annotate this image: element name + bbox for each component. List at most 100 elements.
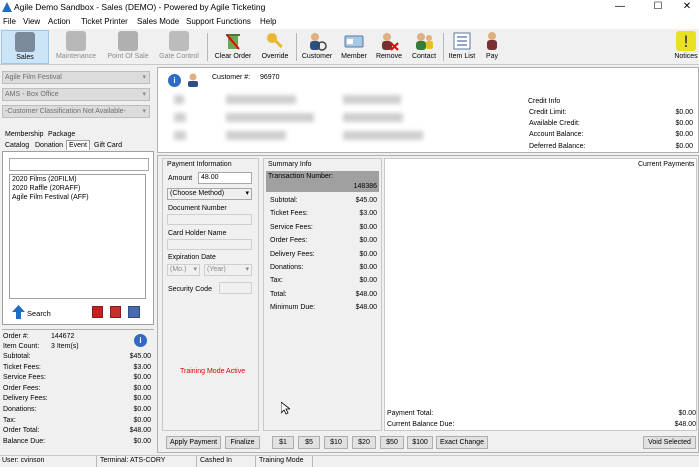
- tab-donation[interactable]: Donation: [33, 141, 65, 151]
- tab-catalog[interactable]: Catalog: [3, 141, 31, 151]
- key-icon: [265, 31, 285, 51]
- close-button[interactable]: ✕: [675, 0, 699, 15]
- row-label: Service Fees:: [3, 374, 46, 382]
- list-item[interactable]: 2020 Films (20FILM): [12, 176, 77, 183]
- cash-20-button[interactable]: $20: [352, 436, 376, 449]
- organization-select: Agile Film Festival ▾: [2, 71, 150, 84]
- chevron-down-icon: ▾: [142, 108, 146, 115]
- menu-help[interactable]: Help: [260, 17, 276, 26]
- calendar-icon[interactable]: [110, 306, 121, 318]
- row-label: Order Fees:: [270, 237, 308, 245]
- tab-gift-card[interactable]: Gift Card: [92, 141, 124, 151]
- event-filter-input[interactable]: [9, 158, 149, 171]
- event-list[interactable]: 2020 Films (20FILM) 2020 Raffle (20RAFF)…: [9, 174, 146, 299]
- customer-button[interactable]: Customer: [299, 30, 335, 64]
- card-holder-input[interactable]: [167, 239, 252, 250]
- maximize-button[interactable]: ☐: [646, 0, 670, 15]
- divider: [2, 329, 154, 330]
- cash-1-button[interactable]: $1: [272, 436, 294, 449]
- search-label: Search: [27, 309, 51, 318]
- exp-year-value: (Year): [207, 266, 226, 273]
- item-list-button[interactable]: Item List: [446, 30, 478, 64]
- info-icon[interactable]: i: [168, 74, 181, 87]
- finalize-button[interactable]: Finalize: [225, 436, 260, 449]
- exact-change-button[interactable]: Exact Change: [436, 436, 488, 449]
- current-payments-list[interactable]: [384, 158, 697, 431]
- cash-5-button[interactable]: $5: [298, 436, 320, 449]
- row-label: Account Balance:: [529, 131, 584, 139]
- menu-action[interactable]: Action: [48, 17, 70, 26]
- cash-10-button[interactable]: $10: [324, 436, 348, 449]
- apply-payment-button[interactable]: Apply Payment: [166, 436, 221, 449]
- menu-view[interactable]: View: [23, 17, 40, 26]
- svg-text:!: !: [683, 32, 689, 51]
- report-icon[interactable]: [92, 306, 103, 318]
- cash-100-button[interactable]: $100: [407, 436, 433, 449]
- chevron-down-icon: ▾: [142, 91, 146, 98]
- row-label: Tax:: [3, 416, 16, 424]
- pay-button[interactable]: Pay: [479, 30, 505, 64]
- contact-button[interactable]: Contact: [407, 30, 441, 64]
- status-bar: User: cvinson Terminal: ATS-CORY Cashed …: [0, 455, 699, 467]
- pay-icon: [482, 31, 502, 51]
- remove-button[interactable]: Remove: [372, 30, 406, 64]
- current-payments-title: Current Payments: [638, 161, 695, 168]
- minimize-button[interactable]: —: [608, 0, 632, 15]
- sales-button[interactable]: Sales: [1, 30, 49, 64]
- title-bar: Agile Demo Sandbox - Sales (DEMO) - Powe…: [0, 0, 699, 15]
- order-number-value: 144672: [51, 333, 75, 340]
- point-of-sale-button[interactable]: Point Of Sale: [103, 30, 153, 64]
- printer-icon: [66, 31, 86, 51]
- print-icon[interactable]: [128, 306, 140, 318]
- document-number-input[interactable]: [167, 214, 252, 225]
- cash-50-button[interactable]: $50: [380, 436, 404, 449]
- row-value: $0.00: [133, 416, 151, 424]
- menu-support-functions[interactable]: Support Functions: [186, 17, 251, 26]
- list-item[interactable]: Agile Film Festival (AFF): [12, 194, 89, 201]
- exp-year-select[interactable]: (Year) ▾: [204, 264, 252, 276]
- payment-method-select[interactable]: (Choose Method) ▾: [167, 188, 252, 200]
- void-selected-button[interactable]: Void Selected: [643, 436, 696, 449]
- menu-sales-mode[interactable]: Sales Mode: [137, 17, 179, 26]
- member-button[interactable]: Member: [338, 30, 370, 64]
- info-icon[interactable]: i: [134, 334, 147, 347]
- chevron-down-icon: ▾: [142, 74, 146, 81]
- tab-event[interactable]: Event: [66, 140, 90, 150]
- menu-bar: File View Action Ticket Printer Sales Mo…: [0, 15, 699, 29]
- tab-membership[interactable]: Membership: [3, 130, 46, 140]
- row-label: Delivery Fees:: [3, 395, 48, 403]
- redacted-field: [174, 131, 186, 140]
- notices-icon: !: [676, 31, 696, 51]
- exp-month-select[interactable]: (Mo.) ▾: [167, 264, 200, 276]
- row-label: Ticket Fees:: [3, 363, 41, 371]
- maintenance-button[interactable]: Maintenance: [52, 30, 100, 64]
- redacted-field: [343, 113, 403, 122]
- chevron-down-icon: ▾: [193, 266, 197, 273]
- menu-file[interactable]: File: [3, 17, 16, 26]
- security-code-input[interactable]: [219, 282, 252, 294]
- row-label: Order Total:: [3, 427, 40, 435]
- status-separator: [96, 456, 97, 467]
- classification-value: -Customer Classification Not Available-: [5, 108, 126, 115]
- row-label: Donations:: [3, 406, 37, 413]
- list-item[interactable]: 2020 Raffle (20RAFF): [12, 185, 80, 192]
- gate-control-button[interactable]: Gate Control: [155, 30, 203, 64]
- row-value: $45.00: [129, 353, 151, 360]
- clear-order-button[interactable]: Clear Order: [211, 30, 255, 64]
- tab-package[interactable]: Package: [46, 130, 77, 140]
- override-button[interactable]: Override: [257, 30, 293, 64]
- chevron-down-icon: ▾: [245, 266, 249, 273]
- menu-ticket-printer[interactable]: Ticket Printer: [81, 17, 128, 26]
- amount-input[interactable]: 48.00: [198, 172, 252, 184]
- mouse-cursor-icon: [280, 401, 292, 417]
- row-label: Deferred Balance:: [529, 142, 586, 150]
- row-label: Available Credit:: [529, 120, 580, 128]
- contact-icon: [414, 31, 434, 51]
- expiration-label: Expiration Date: [168, 254, 216, 261]
- exp-month-value: (Mo.): [170, 266, 187, 273]
- transaction-label: Transaction Number:: [268, 173, 334, 180]
- notices-button[interactable]: ! Notices: [673, 30, 699, 64]
- customer-person-icon[interactable]: [186, 73, 200, 89]
- transaction-box: Transaction Number: 148386: [266, 171, 379, 192]
- member-card-icon: [344, 31, 364, 51]
